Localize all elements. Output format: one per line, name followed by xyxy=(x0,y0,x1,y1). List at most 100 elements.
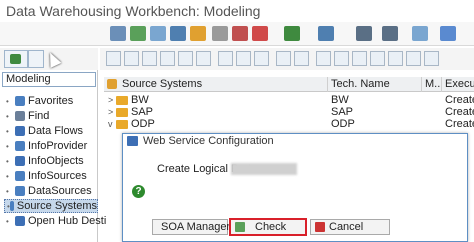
chevron-down-icon[interactable]: v xyxy=(108,118,116,130)
green-action-button[interactable] xyxy=(4,50,28,68)
toolbar-icon-13[interactable] xyxy=(412,26,428,41)
toolbar-icon-7[interactable] xyxy=(232,26,248,41)
dialog-title-bar: Web Service Configuration xyxy=(123,134,467,149)
chevron-right-icon[interactable]: > xyxy=(108,106,116,118)
cancel-button[interactable]: Cancel xyxy=(310,219,390,235)
toolbar-icon-14[interactable] xyxy=(440,26,456,41)
source-systems-icon xyxy=(107,79,117,89)
nav-item[interactable]: • InfoObjects xyxy=(6,154,84,168)
rt-icon-14[interactable] xyxy=(352,51,367,66)
toolbar-icon-5[interactable] xyxy=(190,26,206,41)
nav-item-label: Source Systems xyxy=(16,200,97,212)
toolbar-icon-3[interactable] xyxy=(150,26,166,41)
rt-icon-13[interactable] xyxy=(334,51,349,66)
bullet-icon: • xyxy=(6,111,9,121)
nav-item[interactable]: • Find xyxy=(6,109,49,123)
execute-cell: Create... xyxy=(445,106,474,118)
rt-icon-15[interactable] xyxy=(370,51,385,66)
rt-icon-9[interactable] xyxy=(254,51,269,66)
nav-item-icon xyxy=(15,111,25,121)
rt-icon-7[interactable] xyxy=(218,51,233,66)
grid-header: Source Systems Tech. Name M.. Execut xyxy=(104,77,474,92)
rt-icon-8[interactable] xyxy=(236,51,251,66)
table-row[interactable]: > BW BW Create... xyxy=(104,94,474,106)
toolbar-icon-10[interactable] xyxy=(318,26,334,41)
rt-icon-3[interactable] xyxy=(142,51,157,66)
nav-item-label: DataSources xyxy=(28,185,92,197)
column-header-source-systems[interactable]: Source Systems xyxy=(104,77,328,92)
soa-manager-label: SOA Manager xyxy=(161,221,231,233)
nav-item-label: InfoObjects xyxy=(28,155,84,167)
execute-cell: Create... xyxy=(445,94,474,106)
toolbar-icon-8[interactable] xyxy=(252,26,268,41)
source-system-name: BW xyxy=(131,94,149,106)
nav-item-icon xyxy=(15,156,25,166)
question-icon: ? xyxy=(132,185,145,198)
toolbar-icon-12[interactable] xyxy=(382,26,398,41)
nav-item[interactable]: • InfoSources xyxy=(6,169,87,183)
rt-icon-1[interactable] xyxy=(106,51,121,66)
nav-item-icon xyxy=(15,171,25,181)
table-row[interactable]: > SAP SAP Create... xyxy=(104,106,474,118)
bullet-icon: • xyxy=(6,171,9,181)
nav-item-icon xyxy=(15,216,25,226)
nav-item-icon xyxy=(15,96,25,106)
check-label: Check xyxy=(255,221,287,233)
folder-icon xyxy=(116,95,128,105)
chevron-right-icon[interactable]: > xyxy=(108,94,116,106)
toolbar-icon-2[interactable] xyxy=(130,26,146,41)
check-button[interactable]: Check xyxy=(229,218,307,236)
toolbar-icon-9[interactable] xyxy=(284,26,300,41)
folder-icon xyxy=(116,107,128,117)
folder-icon xyxy=(116,119,128,129)
nav-item-label: Data Flows xyxy=(28,125,84,137)
rt-icon-11[interactable] xyxy=(294,51,309,66)
app-toolbar xyxy=(0,22,474,46)
execute-cell: Create... xyxy=(445,118,474,130)
rt-icon-17[interactable] xyxy=(406,51,421,66)
table-row[interactable]: v ODP ODP Create... xyxy=(104,118,474,130)
bullet-icon: • xyxy=(6,186,9,196)
rt-icon-2[interactable] xyxy=(124,51,139,66)
nav-item-label: InfoProvider xyxy=(28,140,88,152)
bullet-icon: • xyxy=(6,156,9,166)
source-system-cell: > SAP xyxy=(108,106,153,118)
nav-item[interactable]: • Data Flows xyxy=(6,124,83,138)
cancel-label: Cancel xyxy=(329,221,364,233)
source-system-cell: > BW xyxy=(108,94,149,106)
source-system-name: ODP xyxy=(131,118,155,130)
bullet-icon: • xyxy=(6,96,9,106)
rt-icon-10[interactable] xyxy=(276,51,291,66)
soa-manager-button[interactable]: SOA Manager xyxy=(152,219,231,235)
column-header-label: Source Systems xyxy=(122,78,203,90)
right-toolbar xyxy=(100,48,474,70)
source-system-name: SAP xyxy=(131,106,154,118)
window-title: Data Warehousing Workbench: Modeling xyxy=(6,3,261,19)
rt-icon-4[interactable] xyxy=(160,51,175,66)
toolbar-icon-4[interactable] xyxy=(170,26,186,41)
rt-icon-16[interactable] xyxy=(388,51,403,66)
nav-item-icon xyxy=(15,186,25,196)
rt-icon-12[interactable] xyxy=(316,51,331,66)
toolbar-icon-11[interactable] xyxy=(356,26,372,41)
nav-item[interactable]: • Source Systems xyxy=(4,199,98,213)
nav-item[interactable]: • Open Hub Desti xyxy=(6,214,106,228)
bullet-icon: • xyxy=(6,126,9,136)
tech-name-cell: BW xyxy=(331,94,349,106)
rt-icon-5[interactable] xyxy=(178,51,193,66)
logical-port-value-redacted xyxy=(231,163,297,175)
toolbar-icon-1[interactable] xyxy=(110,26,126,41)
column-header-tech-name[interactable]: Tech. Name xyxy=(328,77,422,92)
nav-item[interactable]: • DataSources xyxy=(6,184,92,198)
nav-item-icon xyxy=(10,201,14,211)
rt-icon-6[interactable] xyxy=(196,51,211,66)
dropdown-button[interactable] xyxy=(28,50,44,68)
nav-item[interactable]: • Favorites xyxy=(6,94,73,108)
nav-item[interactable]: • InfoProvider xyxy=(6,139,87,153)
tech-name-cell: ODP xyxy=(331,118,355,130)
column-header-m[interactable]: M.. xyxy=(422,77,442,92)
column-header-execute[interactable]: Execut xyxy=(442,77,474,92)
toolbar-icon-6[interactable] xyxy=(212,26,228,41)
nav-item-label: InfoSources xyxy=(28,170,87,182)
rt-icon-18[interactable] xyxy=(424,51,439,66)
